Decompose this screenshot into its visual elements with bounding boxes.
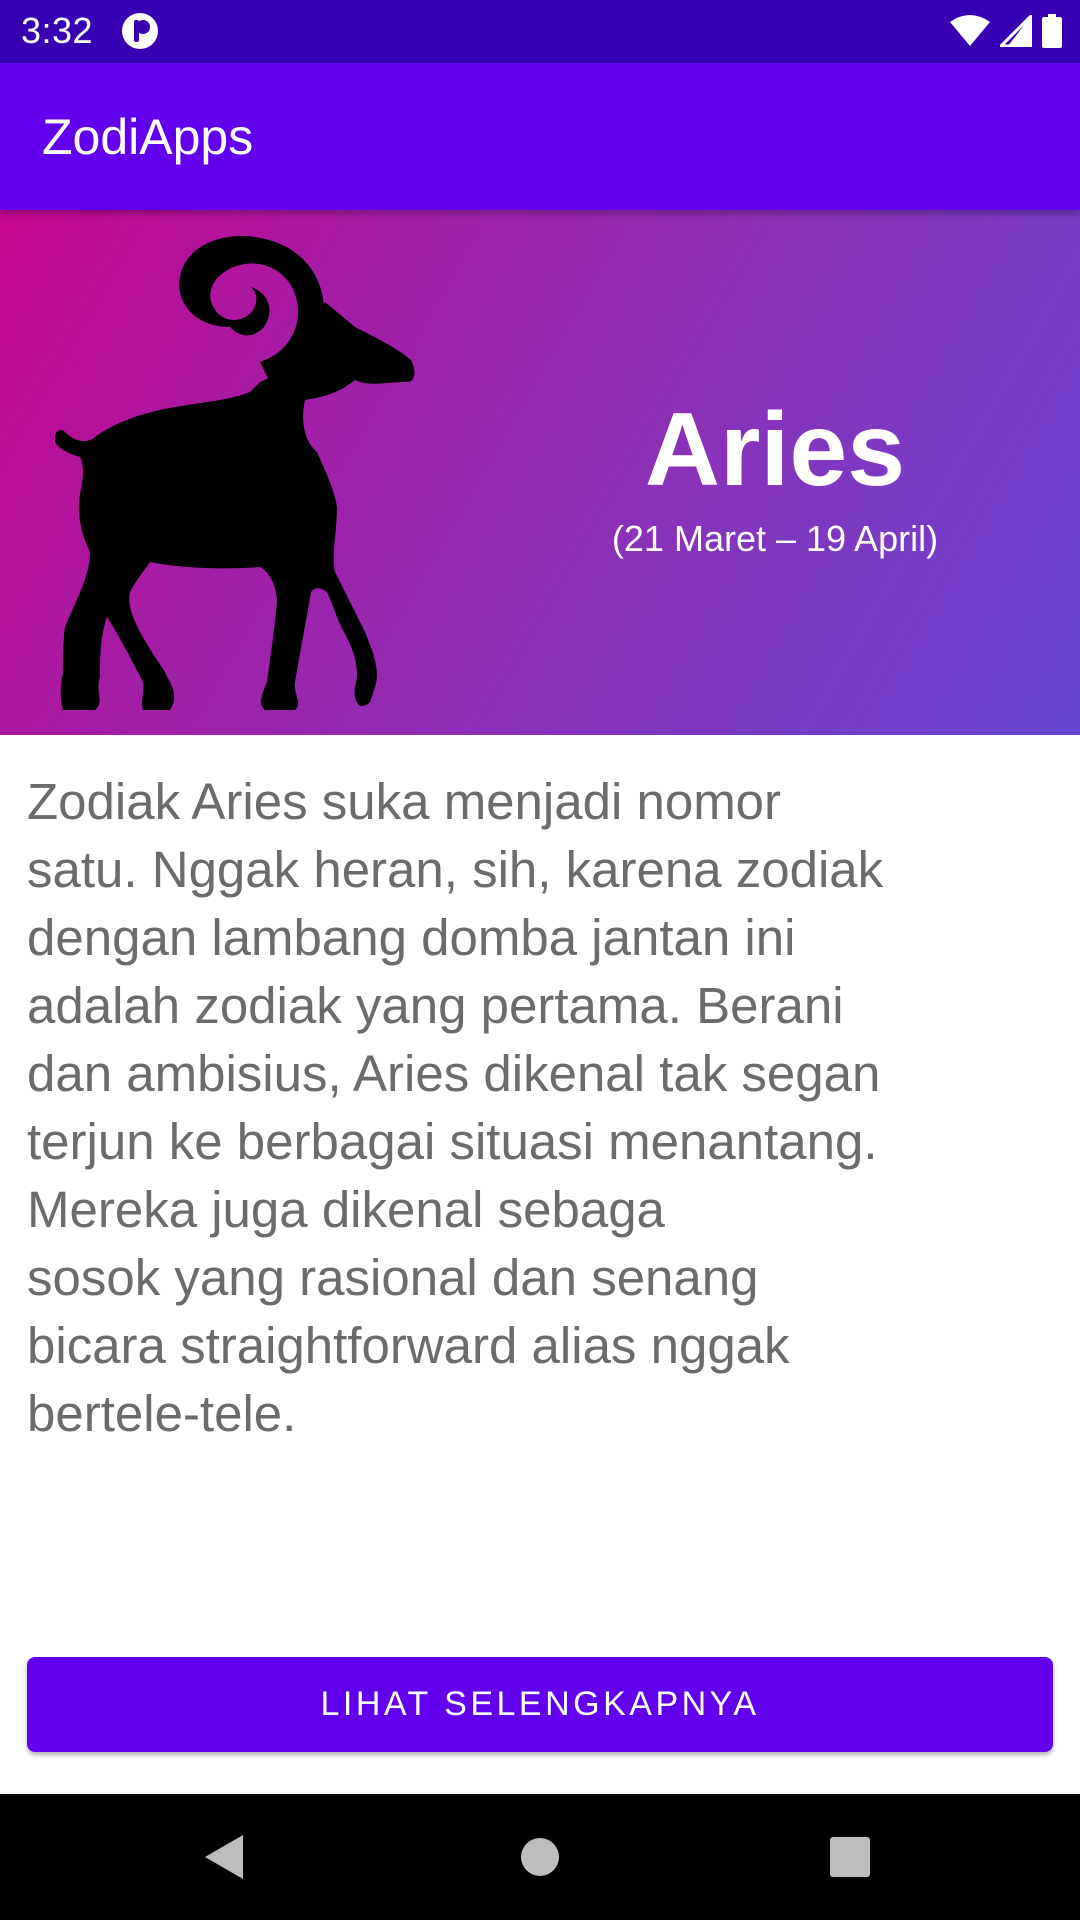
app-notification-icon [122,13,158,49]
status-time: 3:32 [21,10,94,51]
zodiac-description: Zodiak Aries suka menjadi nomor satu. Ng… [27,773,884,1442]
home-button[interactable] [480,1794,600,1920]
status-bar: 3:32 [0,0,1080,63]
back-icon [205,1835,243,1879]
app-bar: ZodiApps [0,63,1080,210]
navigation-bar [0,1794,1080,1920]
recents-icon [830,1837,870,1877]
battery-icon [1042,14,1062,48]
aries-ram-icon [55,236,415,710]
zodiac-header: Aries (21 Maret – 19 April) [0,210,1080,735]
wifi-icon [950,15,990,46]
back-button[interactable] [165,1794,285,1920]
status-icons [950,13,1062,49]
zodiac-title: Aries [644,392,906,508]
see-more-button-label: LIHAT SELENGKAPNYA [320,1685,760,1723]
see-more-button[interactable]: LIHAT SELENGKAPNYA [27,1657,1053,1752]
zodiac-dates: (21 Maret – 19 April) [611,518,939,559]
screen: 3:32 ZodiApps Aries (21 Maret – 19 April… [0,0,1080,1920]
recents-button[interactable] [790,1794,910,1920]
app-title: ZodiApps [42,109,254,165]
cell-signal-icon [1000,15,1032,47]
home-icon [521,1838,559,1876]
